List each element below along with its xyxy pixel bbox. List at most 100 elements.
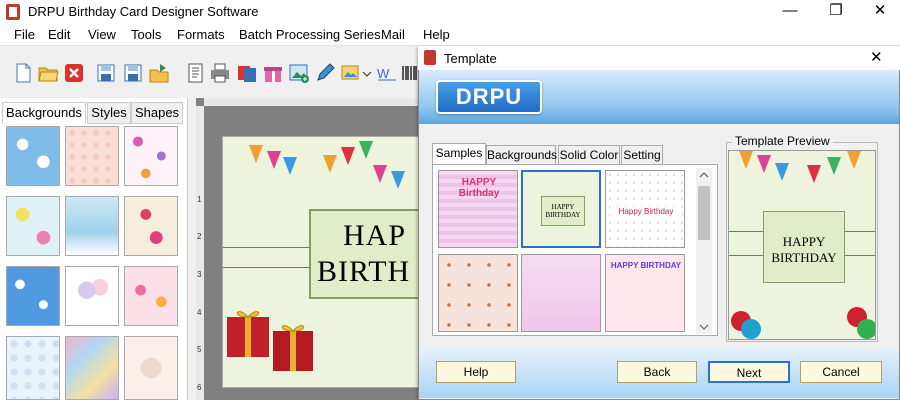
- watermark-icon[interactable]: W: [376, 62, 398, 84]
- background-thumbnail[interactable]: [124, 266, 178, 326]
- birthday-card[interactable]: HAP BIRTH: [222, 136, 420, 388]
- background-thumbnail[interactable]: [6, 266, 60, 326]
- bunting-flag: [267, 151, 281, 169]
- template-thumbnail-text: HAPPY BIRTHDAY: [541, 196, 585, 226]
- template-preview-card: HAPPY BIRTHDAY: [728, 150, 876, 340]
- template-thumbnail-text: HAPPY BIRTHDAY: [610, 261, 682, 270]
- back-button[interactable]: Back: [617, 361, 697, 383]
- ruler-number: 2: [197, 232, 202, 241]
- bunting-flag: [373, 165, 387, 183]
- template-preview-label: Template Preview: [732, 134, 833, 148]
- tab-styles[interactable]: Styles: [87, 102, 131, 124]
- tab-samples[interactable]: Samples: [432, 143, 486, 165]
- template-thumbnail-selected[interactable]: HAPPY BIRTHDAY: [521, 170, 601, 248]
- menu-file[interactable]: File: [14, 27, 35, 42]
- bunting-flag: [249, 145, 263, 163]
- template-thumbnail-text: HAPPY Birthday: [458, 177, 500, 199]
- background-thumbnail[interactable]: [124, 126, 178, 186]
- picture-icon[interactable]: [340, 62, 362, 84]
- close-button[interactable]: ✕: [858, 0, 900, 24]
- ruler-number: 4: [197, 308, 202, 317]
- bunting-flag: [391, 171, 405, 189]
- template-thumbnail[interactable]: [438, 254, 518, 332]
- bunting-flag: [283, 157, 297, 175]
- bunting-flag: [847, 151, 861, 169]
- tab-shapes[interactable]: Shapes: [131, 102, 183, 124]
- bunting-flag: [739, 151, 753, 169]
- menu-view[interactable]: View: [88, 27, 116, 42]
- save-icon[interactable]: [95, 62, 117, 84]
- minimize-button[interactable]: —: [768, 0, 812, 24]
- bunting-flag: [757, 155, 771, 173]
- svg-text:W: W: [377, 66, 390, 81]
- bunting-flag: [827, 157, 841, 175]
- background-thumbnail[interactable]: [124, 196, 178, 256]
- template-thumbnail[interactable]: HAPPY BIRTHDAY: [605, 254, 685, 332]
- tab-backgrounds-dialog[interactable]: Backgrounds: [486, 145, 557, 165]
- tab-solid-color[interactable]: Solid Color: [558, 145, 620, 165]
- next-button[interactable]: Next: [708, 361, 790, 383]
- dialog-title: Template: [444, 51, 497, 66]
- scroll-up-icon[interactable]: [698, 170, 710, 180]
- background-thumbnail[interactable]: [6, 196, 60, 256]
- window-title: DRPU Birthday Card Designer Software: [28, 4, 259, 19]
- ruler-number: 5: [197, 345, 202, 354]
- template-thumbnail[interactable]: [521, 254, 601, 332]
- tab-setting[interactable]: Setting: [621, 145, 663, 165]
- help-button[interactable]: Help: [436, 361, 516, 383]
- background-thumbnail[interactable]: [124, 336, 178, 400]
- dialog-close-button[interactable]: ✕: [870, 48, 883, 66]
- bunting-flag: [341, 147, 355, 165]
- save-as-icon[interactable]: [122, 62, 144, 84]
- gift-icon[interactable]: [262, 62, 284, 84]
- gift-boxes-icon: [227, 311, 313, 371]
- ruler-number: 3: [197, 270, 202, 279]
- card-greeting-line2[interactable]: BIRTH: [317, 255, 410, 289]
- card-greeting-line1[interactable]: HAP: [343, 219, 406, 253]
- export-icon[interactable]: [148, 62, 170, 84]
- menu-bar: File Edit View Tools Formats Batch Proce…: [0, 24, 900, 46]
- scroll-down-icon[interactable]: [698, 322, 710, 332]
- background-thumbnail[interactable]: [65, 336, 119, 400]
- bunting-flag: [775, 163, 789, 181]
- background-thumbnail[interactable]: [6, 126, 60, 186]
- balloons-icon: [731, 307, 875, 339]
- menu-formats[interactable]: Formats: [177, 27, 225, 42]
- horizontal-ruler: [204, 98, 420, 106]
- dialog-app-icon: [424, 50, 436, 65]
- copy-pages-icon[interactable]: [236, 62, 258, 84]
- dialog-title-bar: Template ✕: [418, 46, 900, 70]
- template-thumbnail[interactable]: HAPPY Birthday: [438, 170, 518, 248]
- new-file-icon[interactable]: [12, 62, 34, 84]
- menu-help[interactable]: Help: [423, 27, 450, 42]
- menu-batch-processing[interactable]: Batch Processing Series: [239, 27, 381, 42]
- ruler-number: 6: [197, 383, 202, 392]
- samples-scroll-thumb[interactable]: [698, 186, 710, 240]
- properties-icon[interactable]: [184, 62, 206, 84]
- pen-icon[interactable]: [314, 62, 336, 84]
- menu-edit[interactable]: Edit: [48, 27, 70, 42]
- bunting-flag: [323, 155, 337, 173]
- template-thumbnail-text: Happy Birthday: [610, 207, 682, 216]
- vertical-ruler: [196, 106, 204, 400]
- bunting-flag: [359, 141, 373, 159]
- template-thumbnail[interactable]: Happy Birthday: [605, 170, 685, 248]
- menu-mail[interactable]: Mail: [381, 27, 405, 42]
- background-thumbnail[interactable]: [65, 196, 119, 256]
- add-image-icon[interactable]: [288, 62, 310, 84]
- drpu-logo: DRPU: [436, 80, 542, 114]
- app-icon: [6, 4, 20, 20]
- bunting-flag: [807, 165, 821, 183]
- tab-backgrounds[interactable]: Backgrounds: [2, 102, 86, 124]
- open-folder-icon[interactable]: [37, 62, 59, 84]
- print-icon[interactable]: [209, 62, 231, 84]
- ruler-number: 1: [197, 195, 202, 204]
- background-thumbnail[interactable]: [6, 336, 60, 400]
- maximize-button[interactable]: ❐: [814, 0, 858, 24]
- menu-tools[interactable]: Tools: [131, 27, 161, 42]
- background-thumbnail[interactable]: [65, 126, 119, 186]
- background-thumbnail[interactable]: [65, 266, 119, 326]
- cancel-button[interactable]: Cancel: [800, 361, 882, 383]
- close-file-icon[interactable]: [63, 62, 85, 84]
- template-preview-text: HAPPY BIRTHDAY: [763, 211, 845, 283]
